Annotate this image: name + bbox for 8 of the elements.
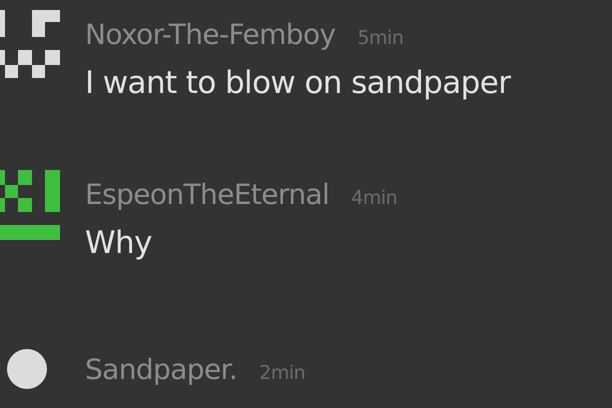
comment-time: 2min: [259, 362, 306, 384]
author-name[interactable]: Noxor-The-Femboy: [85, 18, 336, 51]
comment-text: I want to blow on sandpaper: [85, 64, 510, 103]
author-name[interactable]: EspeonTheEternal: [85, 178, 330, 211]
author-name[interactable]: Sandpaper.: [85, 353, 238, 386]
comment-time: 5min: [357, 27, 404, 49]
comment-text: Why: [85, 224, 153, 263]
comment-time: 4min: [351, 187, 398, 209]
